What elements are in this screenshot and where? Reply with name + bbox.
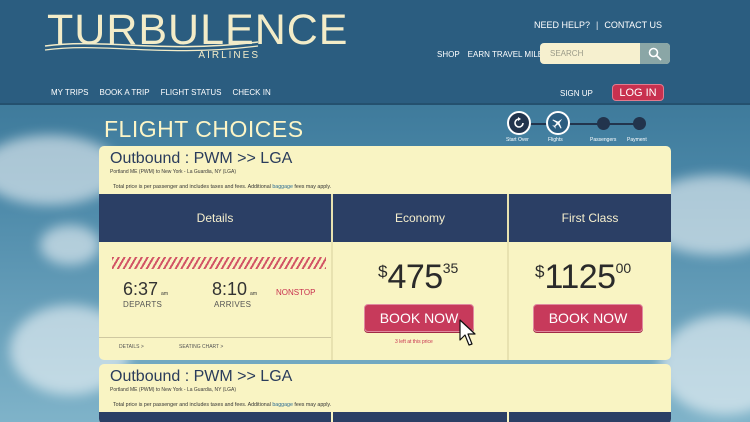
search-input[interactable] — [540, 43, 640, 64]
page-title: FLIGHT CHOICES — [104, 116, 304, 142]
price-note-text: Total price is per passenger and include… — [113, 402, 273, 408]
utility-separator: | — [595, 20, 599, 30]
step-start-over[interactable] — [507, 111, 531, 135]
depart-time: 6:37 am — [123, 279, 168, 300]
depart-ampm: am — [161, 291, 168, 297]
brand-logo[interactable]: TURBULENCE AIRLINES — [44, 6, 348, 68]
flight-route: Portland ME (PWM) to New York - La Guard… — [110, 387, 237, 393]
site-header: TURBULENCE AIRLINES NEED HELP? | CONTACT… — [0, 0, 750, 105]
step-payment — [633, 117, 646, 130]
step-label-payment: Payment — [627, 137, 647, 143]
fare-table: Details Economy First Class 6:37 am DEPAR… — [99, 194, 671, 360]
seats-left-note: 3 left at this price — [395, 339, 433, 345]
nav-flight-status[interactable]: FLIGHT STATUS — [161, 88, 222, 97]
progress-track — [525, 123, 645, 125]
price-note-text: Total price is per passenger and include… — [113, 184, 273, 190]
first-class-price: $112500 — [535, 258, 631, 297]
first-class-price-cents: 00 — [615, 260, 632, 276]
flight-title: Outbound : PWM >> LGA — [110, 150, 293, 167]
book-now-economy-button[interactable]: BOOK NOW — [364, 304, 474, 332]
utility-links: NEED HELP? | CONTACT US — [534, 20, 662, 30]
sign-up-link[interactable]: SIGN UP — [560, 89, 593, 98]
flight-title: Outbound : PWM >> LGA — [110, 368, 293, 385]
earn-travel-miles-link[interactable]: EARN TRAVEL MILES — [468, 50, 549, 59]
restart-icon — [514, 117, 524, 128]
nav-book-a-trip[interactable]: BOOK A TRIP — [100, 88, 150, 97]
price-note-suffix: fees may apply. — [292, 184, 332, 190]
details-divider — [99, 337, 331, 338]
booking-progress: Start Over Flights Passengers Payment — [505, 110, 655, 146]
top-links: SHOP EARN TRAVEL MILES — [437, 50, 548, 59]
brand-subtitle: AIRLINES — [198, 50, 260, 61]
book-now-first-class-button[interactable]: BOOK NOW — [533, 304, 643, 332]
search-icon — [648, 47, 662, 61]
column-divider — [507, 194, 509, 360]
main-nav: MY TRIPS BOOK A TRIP FLIGHT STATUS CHECK… — [51, 88, 271, 97]
column-header-first-class: First Class — [509, 194, 671, 242]
stops-label: NONSTOP — [276, 288, 316, 297]
arrive-time: 8:10 am — [212, 279, 257, 300]
shop-link[interactable]: SHOP — [437, 50, 460, 59]
depart-label: DEPARTS — [123, 300, 163, 309]
nav-check-in[interactable]: CHECK IN — [233, 88, 271, 97]
step-flights — [546, 111, 570, 135]
column-header-details — [99, 412, 331, 422]
first-class-price-whole: 1125 — [544, 258, 616, 296]
price-note-suffix: fees may apply. — [292, 402, 332, 408]
economy-price-cents: 35 — [442, 260, 459, 276]
column-divider — [331, 194, 333, 360]
price-note: Total price is per passenger and include… — [113, 184, 331, 190]
baggage-link[interactable]: baggage — [272, 402, 293, 408]
flight-card: Outbound : PWM >> LGA Portland ME (PWM) … — [99, 146, 671, 360]
step-label-passengers: Passengers — [590, 137, 617, 143]
need-help-link[interactable]: NEED HELP? — [534, 20, 590, 30]
flight-timeline-stripes — [112, 257, 326, 269]
economy-price: $47535 — [378, 258, 458, 297]
mouse-cursor-icon — [459, 319, 476, 346]
column-header-details: Details — [99, 194, 331, 242]
details-link[interactable]: DETAILS > — [119, 344, 144, 350]
column-header-economy: Economy — [333, 194, 507, 242]
seating-chart-link[interactable]: SEATING CHART > — [179, 344, 223, 350]
arrive-ampm: am — [250, 291, 257, 297]
step-label-flights: Flights — [548, 137, 563, 143]
login-button[interactable]: LOG IN — [612, 84, 664, 101]
flight-card: Outbound : PWM >> LGA Portland ME (PWM) … — [99, 364, 671, 422]
flight-route: Portland ME (PWM) to New York - La Guard… — [110, 169, 237, 175]
column-header-first-class — [509, 412, 671, 422]
first-class-currency: $ — [535, 262, 545, 281]
column-header-economy — [333, 412, 507, 422]
economy-currency: $ — [378, 262, 388, 281]
arrive-label: ARRIVES — [214, 300, 252, 309]
step-passengers — [597, 117, 610, 130]
arrive-time-value: 8:10 — [212, 279, 248, 299]
depart-time-value: 6:37 — [123, 279, 159, 299]
step-label-start-over: Start Over — [506, 137, 529, 143]
search-button[interactable] — [640, 43, 670, 64]
nav-my-trips[interactable]: MY TRIPS — [51, 88, 89, 97]
search-box — [540, 43, 670, 64]
baggage-link[interactable]: baggage — [272, 184, 293, 190]
economy-price-whole: 475 — [387, 258, 443, 296]
price-note: Total price is per passenger and include… — [113, 402, 331, 408]
contact-us-link[interactable]: CONTACT US — [604, 20, 662, 30]
airplane-icon — [552, 118, 563, 129]
